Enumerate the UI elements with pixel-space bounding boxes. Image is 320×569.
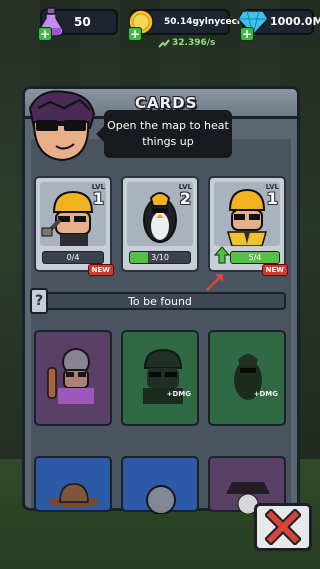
potion-counter[interactable]: + 50 xyxy=(38,7,118,41)
hero-portrait xyxy=(20,88,102,168)
progress-text: 3/10 xyxy=(151,253,169,262)
dmg-label: +DMG xyxy=(253,390,278,398)
coin-counter[interactable]: + 50.14gylnycecru xyxy=(128,9,248,41)
card-progress-bar: 5/4 xyxy=(230,251,280,264)
add-gems-button[interactable]: + xyxy=(240,27,254,41)
card-level: LVL 1 xyxy=(92,183,105,207)
dmg-label: +DMG xyxy=(166,390,191,398)
card-level: LVL 2 xyxy=(179,183,192,207)
trend-up-icon xyxy=(158,38,170,48)
level-number: 1 xyxy=(266,189,278,208)
card-progress-bar: 3/10 xyxy=(129,251,191,264)
pointer-arrow-icon xyxy=(206,274,223,291)
coin-rate: 32.396/s xyxy=(158,38,215,48)
upgrade-arrow-icon[interactable] xyxy=(214,246,230,264)
card-level: LVL 1 xyxy=(266,183,279,207)
locked-card[interactable] xyxy=(34,456,112,512)
progress-text: 0/4 xyxy=(66,253,80,262)
level-number: 2 xyxy=(179,189,191,208)
tutorial-tooltip: Open the map to heat things up xyxy=(96,110,232,158)
new-badge: NEW xyxy=(87,264,114,276)
card-progress-bar: 0/4 xyxy=(42,251,104,264)
add-potions-button[interactable]: + xyxy=(38,27,52,41)
new-badge: NEW xyxy=(261,264,288,276)
granny-silhouette-icon xyxy=(47,348,94,404)
tooltip-text: Open the map to heat things up xyxy=(107,119,229,148)
resource-bar: + 50 + 50.14gylnycecru 32.396/s + 1000.0… xyxy=(0,0,320,56)
to-be-found-section: ? To be found xyxy=(30,288,286,314)
close-button[interactable] xyxy=(254,503,312,551)
close-icon xyxy=(265,509,301,545)
section-label: To be found xyxy=(128,295,192,308)
locked-card[interactable] xyxy=(34,330,112,426)
card-boss-miner[interactable]: LVL 1 5/4 NEW xyxy=(208,176,288,276)
gem-counter[interactable]: + 1000.0M xyxy=(237,9,320,41)
level-number: 1 xyxy=(92,189,104,208)
coin-rate-text: 32.396/s xyxy=(172,38,216,48)
progress-text: 5/4 xyxy=(248,253,262,262)
card-penguin[interactable]: LVL 2 3/10 xyxy=(121,176,199,272)
add-coins-button[interactable]: + xyxy=(128,27,142,41)
card-hammer-miner[interactable]: LVL 1 0/4 NEW xyxy=(34,176,114,276)
granny-silhouette-icon xyxy=(146,485,176,514)
cowboy-silhouette-icon xyxy=(48,483,100,508)
locked-card[interactable]: +DMG xyxy=(121,330,199,426)
locked-card[interactable]: +DMG xyxy=(208,330,286,426)
locked-card[interactable] xyxy=(121,456,199,514)
